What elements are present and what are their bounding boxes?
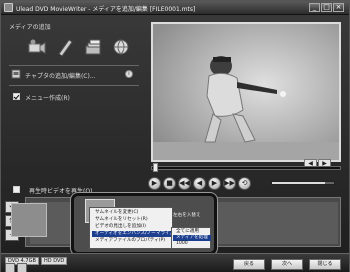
disc-icon[interactable] bbox=[17, 263, 27, 272]
video-preview bbox=[151, 22, 341, 162]
step-forward-button[interactable]: ▶ bbox=[208, 177, 221, 190]
step-back-button[interactable]: ◀ bbox=[193, 177, 206, 190]
window-title: Ulead DVD MovieWriter - メディアを追加/編集 [FILE… bbox=[16, 6, 196, 13]
pen-icon[interactable] bbox=[55, 37, 75, 57]
scrub-bar[interactable] bbox=[151, 166, 341, 170]
disc-format-tag[interactable]: HD DVD bbox=[41, 257, 68, 265]
divider bbox=[9, 85, 139, 86]
settings-icon[interactable] bbox=[5, 263, 15, 272]
menu-item-change-thumbnail[interactable]: サムネイルを変更(C) bbox=[92, 210, 172, 216]
close-dialog-button[interactable]: 閉じる bbox=[309, 259, 341, 270]
info-button[interactable]: i bbox=[125, 70, 133, 78]
menu-create-checkbox[interactable] bbox=[13, 93, 20, 100]
minimize-button[interactable]: _ bbox=[309, 3, 320, 12]
title-bar: Ulead DVD MovieWriter - メディアを追加/編集 [FILE… bbox=[1, 1, 349, 15]
submenu-item-1000[interactable]: 1000 bbox=[173, 241, 211, 247]
scrub-handle[interactable] bbox=[153, 163, 158, 172]
volume-slider[interactable] bbox=[271, 181, 335, 185]
menu-item-audio-enhance[interactable]: オーディオをエンハンス/ノーマライズ(A) bbox=[92, 231, 181, 237]
play-button[interactable]: ▶ bbox=[148, 177, 161, 190]
divider bbox=[9, 65, 139, 66]
menu-create-label: メニュー作成(R) bbox=[25, 95, 70, 102]
submenu-header: 左右を入替え bbox=[173, 213, 201, 218]
add-media-heading: メディアの追加 bbox=[9, 24, 51, 31]
repeat-button[interactable]: ⟲ bbox=[238, 177, 251, 190]
fast-forward-button[interactable]: ▶▶ bbox=[223, 177, 236, 190]
maximize-button[interactable]: □ bbox=[321, 3, 332, 12]
app-window: Ulead DVD MovieWriter - メディアを追加/編集 [FILE… bbox=[0, 0, 350, 272]
next-button[interactable]: 次へ bbox=[271, 259, 303, 270]
context-menu: サムネイルを変更(C) サムネイルをリセット(R) ビデオの見出しを追加(I) … bbox=[89, 207, 181, 249]
menu-item-reset-thumbnail[interactable]: サムネイルをリセット(R) bbox=[92, 217, 172, 223]
back-button[interactable]: 戻る bbox=[233, 259, 265, 270]
rewind-button[interactable]: ◀◀ bbox=[178, 177, 191, 190]
add-media-toolbar bbox=[27, 37, 137, 59]
stop-button[interactable]: ■ bbox=[163, 177, 176, 190]
menu-item-add-heading[interactable]: ビデオの見出しを追加(I) bbox=[92, 224, 172, 230]
volume-level bbox=[272, 182, 325, 184]
video-camera-icon[interactable] bbox=[27, 37, 47, 57]
menu-item-properties[interactable]: メディアファイルのプロパティ(P) bbox=[92, 238, 172, 244]
chapter-edit-link[interactable]: チャプタの追加/編集(C)... bbox=[25, 71, 96, 80]
timeline-clip-thumbnail[interactable] bbox=[11, 203, 47, 237]
close-button[interactable]: × bbox=[333, 3, 344, 12]
media-stack-icon[interactable] bbox=[83, 37, 103, 57]
preview-frame bbox=[153, 24, 339, 160]
app-icon bbox=[4, 3, 13, 12]
context-submenu: 全てに適用 メディアを処理 1000 bbox=[171, 227, 211, 249]
globe-disc-icon[interactable] bbox=[111, 37, 131, 57]
chapter-icon bbox=[11, 69, 21, 79]
play-video-checkbox[interactable] bbox=[13, 186, 20, 193]
